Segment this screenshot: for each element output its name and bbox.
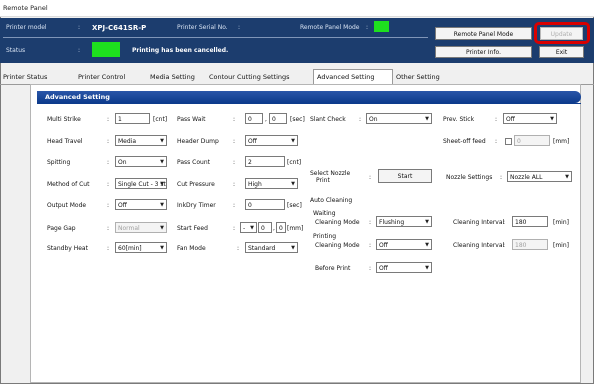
ink-dry-timer-input[interactable]: 0 xyxy=(245,199,285,210)
before-print-label: Before Print xyxy=(315,265,351,272)
printing-cleaning-mode-label: Cleaning Mode xyxy=(315,242,360,249)
exit-button[interactable]: Exit xyxy=(539,46,584,58)
waiting-cleaning-mode-label: Cleaning Mode xyxy=(315,219,360,226)
head-travel-label: Head Travel xyxy=(47,138,83,145)
pass-wait-input-1[interactable]: 0 xyxy=(245,113,263,124)
printing-cleaning-interval-input[interactable]: 180 xyxy=(512,239,548,250)
sheet-off-feed-unit: [mm] xyxy=(553,138,570,145)
update-button[interactable]: Update xyxy=(540,27,583,40)
multi-strike-input[interactable]: 1 xyxy=(115,113,150,124)
nozzle-print-start-button[interactable]: Start xyxy=(378,169,432,183)
output-mode-label: Output Mode xyxy=(47,202,87,209)
status-indicator xyxy=(92,42,120,57)
pass-count-unit: [cnt] xyxy=(287,159,302,166)
printer-model-label: Printer model xyxy=(6,24,47,31)
remote-panel-mode-button[interactable]: Remote Panel Mode xyxy=(435,27,532,40)
printing-cleaning-mode-select[interactable]: Off xyxy=(376,239,432,250)
start-feed-unit: [mm] xyxy=(287,225,304,232)
printer-model-value: XPJ-C641SR-P xyxy=(92,24,147,32)
pass-count-input[interactable]: 2 xyxy=(245,156,285,167)
sheet-off-feed-input[interactable]: 0 xyxy=(514,135,550,146)
start-feed-input-1[interactable]: 0 xyxy=(258,222,272,233)
standby-heat-label: Standby Heat xyxy=(47,245,88,252)
remote-mode-indicator xyxy=(374,21,389,32)
sheet-off-feed-label: Sheet-off feed xyxy=(443,138,486,145)
start-feed-label: Start Feed xyxy=(177,225,208,232)
nozzle-settings-select[interactable]: Nozzle ALL xyxy=(507,171,572,182)
multi-strike-unit: [cnt] xyxy=(153,116,168,123)
printing-cleaning-interval-label: Cleaning Interval xyxy=(453,242,505,249)
waiting-cleaning-mode-select[interactable]: Flushing xyxy=(376,216,432,227)
page-gap-select[interactable]: Normal xyxy=(115,222,167,233)
status-message: Printing has been cancelled. xyxy=(132,47,229,54)
printer-serial-label: Printer Serial No. xyxy=(177,24,228,31)
ink-dry-timer-label: InkDry Timer xyxy=(177,202,216,209)
window-title: Remote Panel xyxy=(3,4,48,12)
header-dump-label: Header Dump xyxy=(177,138,219,145)
spitting-label: Spitting xyxy=(47,159,71,166)
info-divider xyxy=(3,37,428,38)
spitting-select[interactable]: On xyxy=(115,156,167,167)
tab-printer-control[interactable]: Printer Control xyxy=(78,70,125,84)
pass-wait-label: Pass Wait xyxy=(177,116,206,123)
remote-panel-mode-label: Remote Panel Mode xyxy=(300,24,360,31)
tab-printer-status[interactable]: Printer Status xyxy=(3,70,47,84)
tab-advanced-setting[interactable]: Advanced Setting xyxy=(313,69,393,84)
fan-mode-select[interactable]: Standard xyxy=(245,242,298,253)
section-header-line xyxy=(37,103,581,104)
settings-panel xyxy=(30,84,581,383)
waiting-cleaning-interval-input[interactable]: 180 xyxy=(512,216,548,227)
printing-cleaning-interval-unit: [min] xyxy=(553,242,569,249)
method-of-cut-select[interactable]: Single Cut - 3 str xyxy=(115,178,167,189)
printer-info-button[interactable]: Printer Info. xyxy=(435,46,532,58)
sheet-off-feed-checkbox[interactable] xyxy=(505,138,512,145)
waiting-cleaning-interval-unit: [min] xyxy=(553,219,569,226)
cut-pressure-select[interactable]: High xyxy=(245,178,298,189)
header-dump-select[interactable]: Off xyxy=(245,135,298,146)
pass-wait-unit: [sec] xyxy=(290,116,305,123)
slant-check-label: Slant Check xyxy=(310,116,346,123)
output-mode-select[interactable]: Off xyxy=(115,199,167,210)
cut-pressure-label: Cut Pressure xyxy=(177,181,215,188)
slant-check-select[interactable]: On xyxy=(366,113,432,124)
select-nozzle-label-1: Select Nozzle xyxy=(310,170,351,177)
start-feed-input-2[interactable]: 0 xyxy=(276,222,286,233)
fan-mode-label: Fan Mode xyxy=(177,245,206,252)
prev-stick-label: Prev. Stick xyxy=(443,116,475,123)
printing-label: Printing xyxy=(313,233,337,240)
start-feed-sign-select[interactable]: - xyxy=(240,222,257,233)
pass-wait-input-2[interactable]: 0 xyxy=(269,113,287,124)
select-nozzle-label-2: Print xyxy=(316,177,330,184)
section-header: Advanced Setting xyxy=(37,91,581,103)
status-label: Status xyxy=(6,47,26,54)
waiting-label: Waiting xyxy=(313,210,336,217)
tab-media-setting[interactable]: Media Setting xyxy=(150,70,195,84)
nozzle-settings-label: Nozzle Settings xyxy=(446,174,493,181)
tab-other-setting[interactable]: Other Setting xyxy=(396,70,440,84)
ink-dry-timer-unit: [sec] xyxy=(287,202,302,209)
head-travel-select[interactable]: Media xyxy=(115,135,167,146)
waiting-cleaning-interval-label: Cleaning Interval xyxy=(453,219,505,226)
tab-contour-cutting-settings[interactable]: Contour Cutting Settings xyxy=(209,70,290,84)
prev-stick-select[interactable]: Off xyxy=(503,113,557,124)
before-print-select[interactable]: Off xyxy=(376,262,432,273)
section-title: Advanced Setting xyxy=(45,93,110,101)
auto-cleaning-label: Auto Cleaning xyxy=(310,197,353,204)
standby-heat-select[interactable]: 60[min] xyxy=(115,242,167,253)
method-of-cut-label: Method of Cut xyxy=(47,181,90,188)
page-gap-label: Page Gap xyxy=(47,225,76,232)
title-bar: Remote Panel xyxy=(0,0,594,17)
multi-strike-label: Multi Strike xyxy=(47,116,81,123)
pass-count-label: Pass Count xyxy=(177,159,211,166)
